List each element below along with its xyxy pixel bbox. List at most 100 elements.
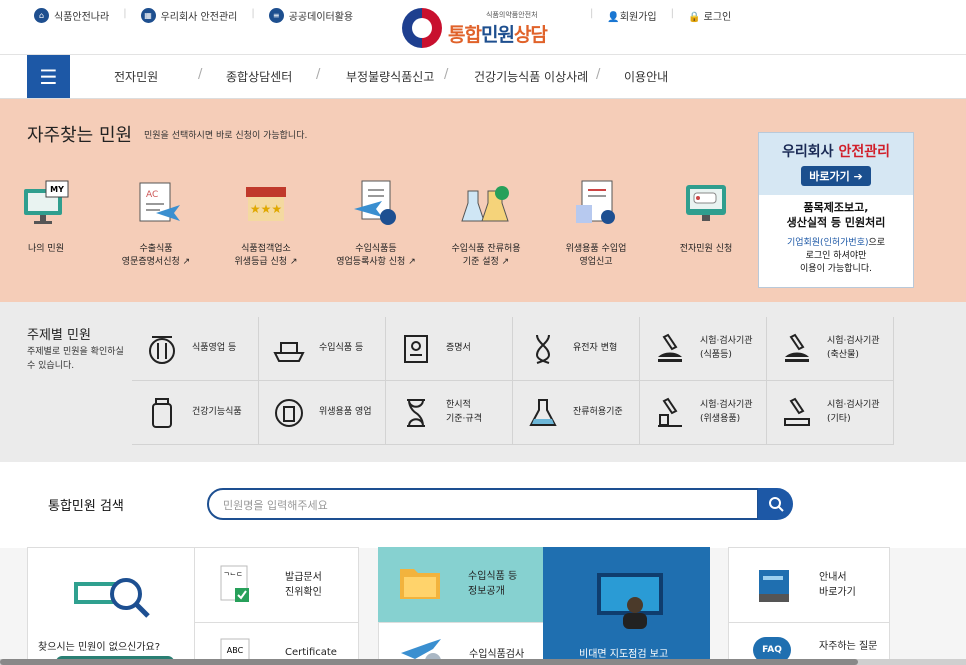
company-safety-banner[interactable]: 우리회사 안전관리 바로가기 ➔ 품목제조보고, 생산실적 등 민원처리 기업회원…: [758, 132, 914, 288]
banner-go-button[interactable]: 바로가기 ➔: [801, 166, 871, 186]
online-inspection-card[interactable]: 비대면 지도점검 보고: [543, 547, 710, 665]
list-icon: ≡: [268, 8, 284, 23]
external-link-icon: ↗: [501, 257, 510, 268]
svg-text:ABC: ABC: [227, 646, 244, 655]
frequent-item-e-application[interactable]: 전자민원 신청: [651, 177, 761, 256]
document-plane-icon: AC: [130, 177, 182, 229]
help-card[interactable]: 찾으시는 민원이 없으신가요?: [27, 547, 195, 665]
nav-divider: /: [316, 67, 321, 82]
cup-icon: [273, 397, 305, 429]
nav-item[interactable]: 부정불량식품신고: [346, 68, 434, 85]
section-subtitle: 민원을 선택하시면 바로 신청이 가능합니다.: [144, 131, 308, 141]
topic-label: 유전자 변형: [573, 342, 618, 353]
nav-divider: /: [596, 67, 601, 82]
topic-residue-standard[interactable]: 잔류허용기준: [513, 381, 640, 445]
svg-text:★★★: ★★★: [250, 202, 282, 216]
divider: |: [590, 8, 594, 19]
topic-health-food[interactable]: 건강기능식품: [132, 381, 259, 445]
topic-lab-sanitary[interactable]: 시험·검사기관 (위생용품): [640, 381, 767, 445]
topic-lab-food[interactable]: 시험·검사기관 (식품등): [640, 317, 767, 381]
folder-icon: [400, 569, 440, 599]
dna-icon: [527, 333, 559, 365]
top-link-company-safety[interactable]: ▦ 우리회사 안전관리: [140, 8, 238, 23]
bottle-icon: [146, 397, 178, 429]
topic-label: 수입식품 등: [319, 342, 364, 353]
clipboard-document-icon: [570, 177, 622, 229]
frequent-item-label: 수출식품: [139, 244, 173, 254]
guide-card[interactable]: 안내서 바로가기: [728, 547, 890, 623]
nav-item[interactable]: 건강기능식품 이상사례: [474, 68, 588, 85]
topic-imported-food[interactable]: 수입식품 등: [259, 317, 386, 381]
section-title: 주제별 민원: [27, 328, 91, 343]
nav-item[interactable]: 이용안내: [624, 68, 668, 85]
certificate-icon: [400, 333, 432, 365]
login-link[interactable]: 🔒 로그인: [688, 8, 731, 23]
card-label: 수입식품 등 정보공개: [468, 571, 518, 597]
magnifier-icon: [74, 578, 150, 618]
scrollbar-thumb[interactable]: [0, 659, 858, 665]
banner-text: 품목제조보고, 생산실적 등 민원처리: [786, 201, 886, 229]
verify-card[interactable]: ᄀᄂᄃ 발급문서 진위확인: [194, 547, 359, 623]
nav-item[interactable]: 종합상담센터: [226, 68, 292, 85]
frequent-item-my[interactable]: MY 나의 민원: [0, 177, 101, 256]
frequent-item-import-registration[interactable]: 수입식품등 영업등록사항 신청 ↗: [321, 177, 431, 269]
search-button[interactable]: [758, 488, 793, 520]
taegeuk-emblem-icon: [402, 8, 442, 48]
svg-text:AC: AC: [146, 190, 158, 200]
monitor-chat-icon: [680, 177, 732, 229]
import-info-card[interactable]: 수입식품 등 정보공개: [378, 547, 544, 623]
external-link-icon: ↗: [289, 257, 298, 268]
svg-text:ᄀᄂᄃ: ᄀᄂᄃ: [223, 572, 242, 580]
topic-sanitary-business[interactable]: 위생용품 영업: [259, 381, 386, 445]
menu-button[interactable]: ☰: [27, 55, 70, 98]
lock-icon: 🔒: [688, 12, 701, 23]
topic-certificate[interactable]: 증명서: [386, 317, 513, 381]
topic-gmo[interactable]: 유전자 변형: [513, 317, 640, 381]
book-icon: [759, 570, 789, 602]
top-link-label: 식품안전나라: [54, 12, 110, 23]
topic-label: 시험·검사기관 (위생용품): [700, 400, 753, 424]
topic-lab-other[interactable]: 시험·검사기관 (기타): [767, 381, 894, 445]
frequent-item-label: 기준 설정 ↗: [462, 257, 510, 268]
nav-divider: /: [444, 67, 449, 82]
frequent-item-label: 수입식품 잔류허용: [451, 244, 521, 254]
search-icon: [768, 497, 784, 512]
top-link-public-data[interactable]: ≡ 공공데이터활용: [268, 8, 354, 23]
microscope-icon: [654, 333, 686, 365]
logo-title: 통합민원상담: [448, 23, 548, 46]
frequent-item-label: 영문증명서신청 ↗: [121, 257, 191, 268]
frequent-item-sanitary-import[interactable]: 위생용품 수입업 영업신고: [541, 177, 651, 269]
arrow-right-icon: ➔: [853, 170, 863, 183]
search-input[interactable]: 민원명을 입력해주세요: [207, 488, 759, 520]
hourglass-icon: [400, 397, 432, 429]
store-stars-icon: ★★★: [240, 177, 292, 229]
document-check-icon: ᄀᄂᄃ: [220, 565, 249, 602]
topic-temporary-standard[interactable]: 한시적 기준·규격: [386, 381, 513, 445]
top-link-food-safety[interactable]: ⌂ 식품안전나라: [34, 8, 109, 23]
topic-label: 시험·검사기관 (식품등): [700, 336, 753, 360]
frequent-item-label: 식품접객업소: [241, 244, 291, 254]
hamburger-icon: ☰: [39, 64, 58, 89]
topic-label: 증명서: [446, 342, 471, 353]
topic-lab-livestock[interactable]: 시험·검사기관 (축산물): [767, 317, 894, 381]
topic-label: 한시적 기준·규격: [446, 400, 482, 424]
clipboard-plane-icon: [350, 177, 402, 229]
topic-food-business[interactable]: 식품영업 등: [132, 317, 259, 381]
section-subtitle: 주제별로 민원을 확인하실 수 있습니다.: [27, 347, 124, 371]
microscope-icon: [781, 397, 813, 429]
frequent-item-export[interactable]: AC 수출식품 영문증명서신청 ↗: [101, 177, 211, 269]
site-logo[interactable]: 식품의약품안전처 통합민원상담: [402, 8, 548, 48]
nav-item[interactable]: 전자민원: [114, 68, 158, 85]
frequent-item-hygiene-grade[interactable]: ★★★ 식품접객업소 위생등급 신청 ↗: [211, 177, 321, 269]
frequent-item-label: 전자민원 신청: [679, 244, 733, 254]
main-nav: ☰ 전자민원 / 종합상담센터 / 부정불량식품신고 / 건강기능식품 이상사례…: [0, 55, 966, 99]
top-link-label: 공공데이터활용: [288, 12, 354, 23]
topic-label: 위생용품 영업: [319, 406, 372, 417]
frequent-item-residue-standard[interactable]: 수입식품 잔류허용 기준 설정 ↗: [431, 177, 541, 269]
frequent-item-label: 영업등록사항 신청 ↗: [336, 257, 416, 268]
top-link-label: 우리회사 안전관리: [160, 12, 238, 23]
join-link[interactable]: 👤회원가입: [607, 8, 656, 23]
building-icon: ▦: [140, 8, 156, 23]
frequent-item-label: 위생용품 수입업: [565, 244, 627, 254]
search-title: 통합민원 검색: [48, 499, 124, 514]
